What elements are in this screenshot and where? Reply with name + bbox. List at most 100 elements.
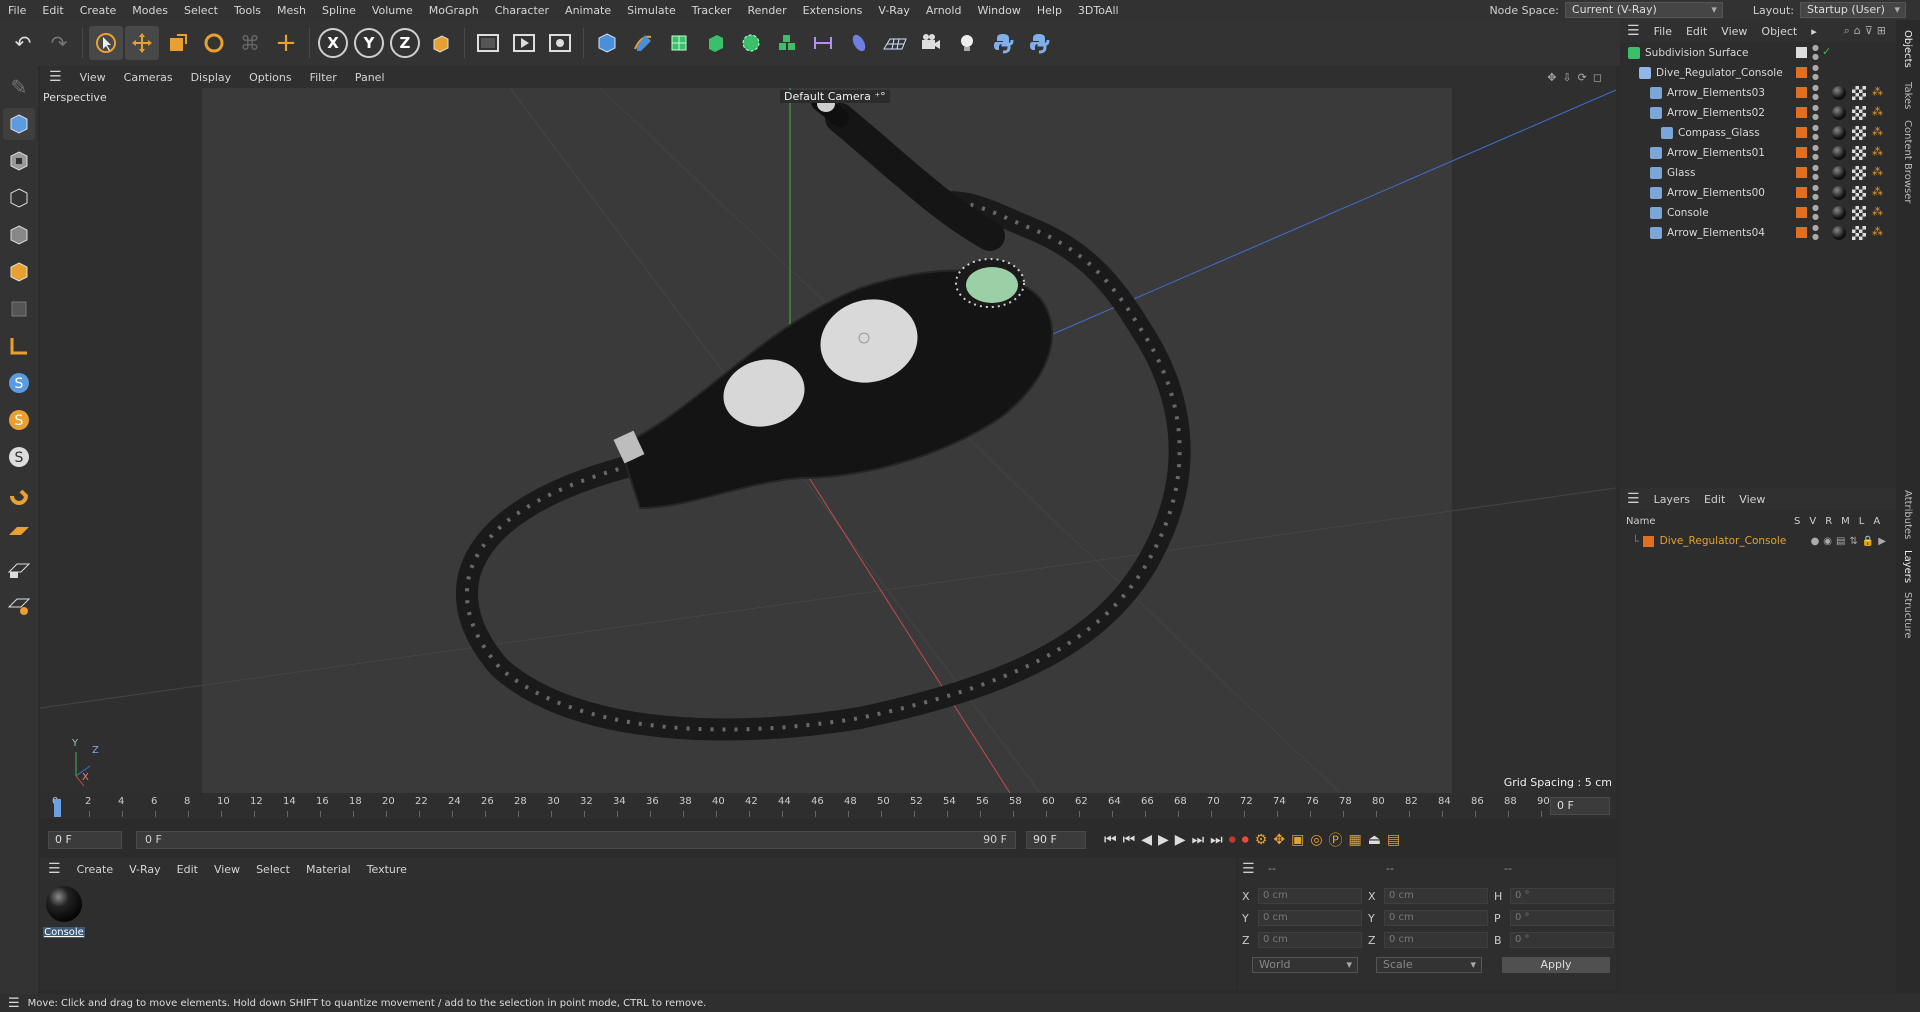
texture-tag-icon[interactable] (1852, 186, 1866, 200)
render-settings-icon[interactable] (543, 26, 577, 60)
object-search-filter-icons[interactable]: ⌕⌂⊽⊞ (1844, 24, 1896, 38)
material-tag-icon[interactable] (1832, 226, 1846, 240)
size-x-field[interactable]: 0 cm (1384, 888, 1488, 904)
layer-row[interactable]: └ Dive_Regulator_Console ●◉▤⇅🔒▶ (1620, 532, 1896, 550)
menu-animate[interactable]: Animate (557, 4, 619, 17)
phong-tag-icon[interactable]: ⁂ (1872, 185, 1883, 198)
object-menu-file[interactable]: File (1647, 25, 1679, 38)
viewport-menu-display[interactable]: Display (182, 71, 241, 84)
visibility-dots-icon[interactable]: ● ● (1812, 63, 1819, 81)
visibility-dots-icon[interactable]: ● ● (1812, 163, 1819, 181)
grid-snap-icon[interactable] (3, 589, 35, 621)
camera-label[interactable]: Default Camera ⁺° (780, 90, 890, 103)
material-menu-create[interactable]: Create (69, 863, 122, 876)
tab-layers[interactable]: Layers (1902, 550, 1913, 583)
magnet-icon[interactable] (3, 478, 35, 510)
object-menu-object[interactable]: Object (1754, 25, 1804, 38)
layer-name[interactable]: Dive_Regulator_Console (1660, 535, 1787, 547)
coordinate-system-icon[interactable] (424, 26, 458, 60)
visibility-dots-icon[interactable]: ● ● (1812, 143, 1819, 161)
end-frame-field[interactable]: 90 F (1026, 831, 1086, 849)
deformer-icon[interactable] (806, 26, 840, 60)
menu-tracker[interactable]: Tracker (684, 4, 740, 17)
object-row[interactable]: Subdivision Surface ● ● ✓ (1620, 43, 1896, 63)
workplane-mode-icon[interactable] (3, 182, 35, 214)
object-name[interactable]: Arrow_Elements03 (1667, 87, 1765, 99)
phong-tag-icon[interactable]: ⁂ (1872, 105, 1883, 118)
layout-select[interactable]: Startup (User) (1800, 2, 1906, 18)
light-icon[interactable] (950, 26, 984, 60)
timeline-ruler[interactable]: 0246810121416182022242628303234363840424… (40, 793, 1616, 819)
layer-color-swatch[interactable] (1642, 535, 1654, 547)
parameter-key-icon[interactable]: Ⓟ (1329, 830, 1343, 850)
object-row[interactable]: Arrow_Elements02 ● ● ⁂ (1620, 103, 1896, 123)
menu-tools[interactable]: Tools (226, 4, 269, 17)
menu-character[interactable]: Character (487, 4, 557, 17)
menu-help[interactable]: Help (1029, 4, 1070, 17)
live-select-icon[interactable]: ⌘ (233, 26, 267, 60)
workplane-icon[interactable] (3, 515, 35, 547)
object-name[interactable]: Arrow_Elements00 (1667, 187, 1765, 199)
node-space-select[interactable]: Current (V-Ray) (1564, 2, 1723, 18)
object-menu-edit[interactable]: Edit (1679, 25, 1714, 38)
visibility-dots-icon[interactable]: ● ● (1812, 183, 1819, 201)
x-axis-lock[interactable]: X (316, 26, 350, 60)
object-name[interactable]: Arrow_Elements02 (1667, 107, 1765, 119)
object-row[interactable]: Arrow_Elements00 ● ● ⁂ (1620, 183, 1896, 203)
layer-color-tag[interactable] (1796, 227, 1807, 238)
point-level-key-icon[interactable]: ▦ (1349, 832, 1362, 848)
z-axis-lock[interactable]: Z (388, 26, 422, 60)
y-axis-lock[interactable]: Y (352, 26, 386, 60)
viewport-nav-icons[interactable]: ✥⇩⟳◻ (1547, 71, 1616, 84)
cloner-icon[interactable] (734, 26, 768, 60)
polygon-mode-icon[interactable] (3, 293, 35, 325)
expand-arrow-icon[interactable]: ▸ (1804, 25, 1824, 38)
subdivision-surface-icon[interactable] (662, 26, 696, 60)
material-tag-icon[interactable] (1832, 206, 1846, 220)
edge-mode-icon[interactable] (3, 256, 35, 288)
phong-tag-icon[interactable]: ⁂ (1872, 205, 1883, 218)
texture-tag-icon[interactable] (1852, 146, 1866, 160)
object-row[interactable]: Glass ● ● ⁂ (1620, 163, 1896, 183)
hamburger-icon[interactable]: ☰ (40, 861, 69, 877)
enable-check-icon[interactable] (1796, 47, 1807, 58)
menu-render[interactable]: Render (739, 4, 794, 17)
redo-icon[interactable]: ↷ (42, 26, 76, 60)
texture-tag-icon[interactable] (1852, 126, 1866, 140)
menu-edit[interactable]: Edit (34, 4, 71, 17)
checkmark-icon[interactable]: ✓ (1822, 45, 1831, 58)
menu-modes[interactable]: Modes (124, 4, 176, 17)
object-row[interactable]: Arrow_Elements04 ● ● ⁂ (1620, 223, 1896, 243)
viewport-menu-options[interactable]: Options (240, 71, 300, 84)
menu-vray[interactable]: V-Ray (870, 4, 918, 17)
coordinate-space-select[interactable]: World (1252, 957, 1358, 973)
tab-structure[interactable]: Structure (1902, 592, 1913, 639)
move-icon[interactable] (125, 26, 159, 60)
menu-arnold[interactable]: Arnold (918, 4, 970, 17)
object-row[interactable]: Arrow_Elements01 ● ● ⁂ (1620, 143, 1896, 163)
hamburger-icon[interactable]: ☰ (1620, 23, 1647, 39)
object-row[interactable]: Arrow_Elements03 ● ● ⁂ (1620, 83, 1896, 103)
current-frame-field[interactable]: 0 F (1550, 797, 1610, 815)
material-menu-view[interactable]: View (206, 863, 248, 876)
material-menu-texture[interactable]: Texture (359, 863, 415, 876)
layer-flags[interactable]: ●◉▤⇅🔒▶ (1811, 536, 1890, 547)
rotation-h-field[interactable]: 0 ° (1510, 888, 1614, 904)
rotation-key-icon[interactable]: ◎ (1310, 832, 1322, 848)
position-z-field[interactable]: 0 cm (1258, 932, 1362, 948)
texture-tag-icon[interactable] (1852, 226, 1866, 240)
material-tag-icon[interactable] (1832, 126, 1846, 140)
menu-window[interactable]: Window (969, 4, 1028, 17)
phong-tag-icon[interactable]: ⁂ (1872, 165, 1883, 178)
visibility-dots-icon[interactable]: ● ● (1812, 103, 1819, 121)
material-tag-icon[interactable] (1832, 166, 1846, 180)
object-row[interactable]: Compass_Glass ● ● ⁂ (1620, 123, 1896, 143)
render-picture-viewer-icon[interactable] (507, 26, 541, 60)
timeline-window-icon[interactable]: ▤ (1387, 832, 1400, 848)
layer-color-tag[interactable] (1796, 107, 1807, 118)
start-frame-field[interactable]: 0 F (48, 831, 122, 849)
keyframe-selection-icon[interactable]: ⚙ (1255, 832, 1268, 848)
layer-color-tag[interactable] (1796, 67, 1807, 78)
object-row[interactable]: Dive_Regulator_Console ● ● (1620, 63, 1896, 83)
next-frame-icon[interactable]: ▶ (1175, 832, 1186, 848)
